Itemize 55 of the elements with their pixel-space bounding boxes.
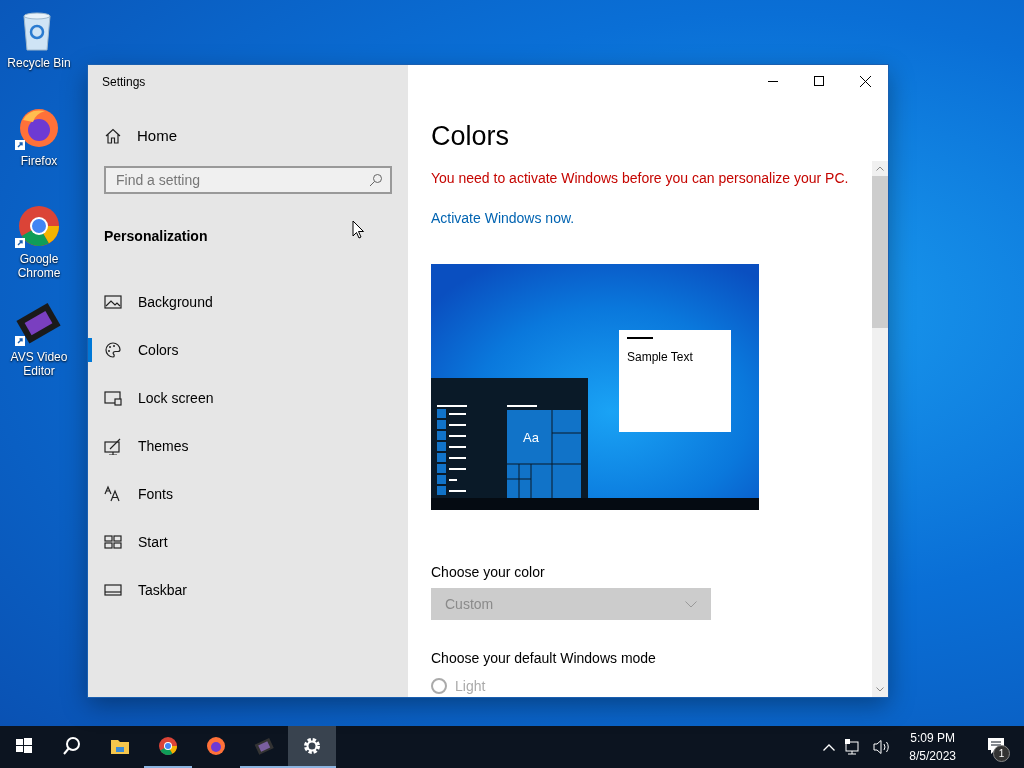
color-label: Choose your color bbox=[431, 564, 545, 580]
nav-item[interactable]: Start bbox=[88, 518, 408, 566]
sample-text: Sample Text bbox=[627, 350, 693, 364]
speaker-icon[interactable] bbox=[873, 739, 892, 755]
gear-icon bbox=[302, 736, 322, 756]
picture-frame-icon bbox=[104, 293, 122, 311]
radio-button[interactable] bbox=[431, 678, 447, 694]
tiles-icon bbox=[104, 533, 122, 551]
desktop-icon-label: Recycle Bin bbox=[7, 56, 71, 70]
scroll-down-icon bbox=[876, 687, 884, 692]
firefox-icon bbox=[206, 736, 226, 756]
nav-item[interactable]: Taskbar bbox=[88, 566, 408, 614]
scrollbar-thumb[interactable] bbox=[872, 176, 888, 328]
title-bar-line bbox=[627, 337, 653, 339]
close-icon bbox=[859, 75, 871, 87]
mode-label: Choose your default Windows mode bbox=[431, 650, 656, 666]
desktop-icon-label: Google Chrome bbox=[16, 252, 62, 280]
desktop-icon-label: Firefox bbox=[19, 154, 59, 168]
page-title: Colors bbox=[431, 121, 510, 152]
font-icon bbox=[104, 485, 122, 503]
radio-label: Light bbox=[455, 678, 486, 694]
film-icon[interactable] bbox=[15, 302, 63, 348]
window-title: Settings bbox=[102, 75, 146, 89]
brush-screen-icon bbox=[104, 437, 122, 455]
section-heading: Personalization bbox=[104, 228, 208, 244]
nav-item[interactable]: Lock screen bbox=[88, 374, 408, 422]
taskbar-icon bbox=[104, 581, 122, 599]
chevron-down-icon bbox=[685, 600, 697, 608]
search-icon bbox=[62, 736, 82, 756]
windows-logo-icon bbox=[14, 736, 34, 756]
search-icon bbox=[369, 173, 383, 187]
chevron-up-icon[interactable] bbox=[823, 743, 836, 751]
palette-icon bbox=[104, 341, 122, 359]
minimize-icon bbox=[768, 80, 778, 82]
tile-text: Aa bbox=[523, 430, 539, 445]
nav-item[interactable]: Background bbox=[88, 278, 408, 326]
chrome-icon bbox=[158, 736, 178, 756]
scroll-up-icon bbox=[876, 166, 884, 171]
desktop-icon-label: AVS Video Editor bbox=[9, 350, 69, 378]
search-field[interactable]: Find a setting bbox=[104, 166, 392, 194]
clock[interactable]: 5:09 PM 8/5/2023 bbox=[909, 729, 956, 765]
selection-indicator bbox=[88, 338, 92, 362]
home-icon bbox=[105, 127, 121, 144]
notifications-button[interactable]: 1 bbox=[978, 726, 1014, 768]
nav-item[interactable]: Fonts bbox=[88, 470, 408, 518]
notification-count: 1 bbox=[993, 745, 1010, 762]
home-link[interactable]: Home bbox=[105, 127, 177, 144]
maximize-icon bbox=[814, 76, 824, 86]
scrollbar[interactable] bbox=[872, 161, 888, 697]
nav-item[interactable]: Themes bbox=[88, 422, 408, 470]
lock-screen-icon bbox=[104, 389, 122, 407]
taskbar-button[interactable] bbox=[288, 726, 336, 768]
activation-warning: You need to activate Windows before you can personalize your PC. bbox=[431, 170, 849, 186]
activate-link[interactable]: Activate Windows now. bbox=[431, 210, 575, 226]
mouse-pointer-icon bbox=[352, 220, 365, 239]
